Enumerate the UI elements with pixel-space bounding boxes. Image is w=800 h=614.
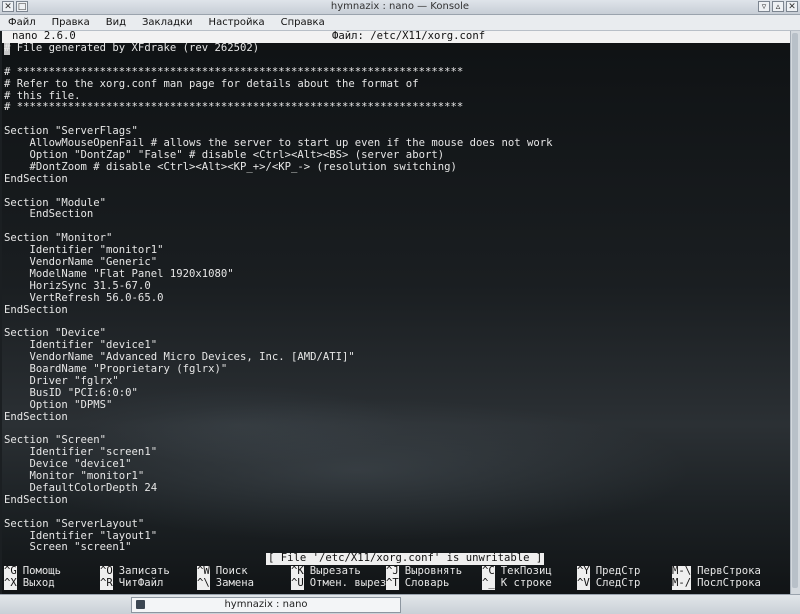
menu-bookmarks[interactable]: Закладки: [134, 15, 201, 30]
status-message: [ File '/etc/X11/xorg.conf' is unwritabl…: [266, 552, 545, 565]
window-title: hymnazix : nano — Konsole: [330, 1, 470, 12]
editor-line: #DontZoom # disable <Ctrl><Alt><KP_+>/<K…: [4, 160, 457, 173]
editor-line: HorizSync 31.5-67.0: [4, 279, 151, 292]
shortcut-item[interactable]: ^U Отмен. вырезк: [291, 577, 393, 590]
editor-line: Section "ServerLayout": [4, 517, 145, 530]
close-icon[interactable]: ✕: [786, 1, 798, 12]
editor-line: Option "DPMS": [4, 398, 113, 411]
shortcut-key: ^T: [386, 577, 399, 590]
shortcut-item[interactable]: ^T Словарь: [386, 577, 450, 590]
shortcut-key: ^\: [197, 577, 210, 590]
shortcut-item[interactable]: ^\ Замена: [197, 577, 255, 590]
shortcut-bar: ^G Помощь ^X Выход ^O Записать ^R ЧитФайл ^W Поис…: [4, 565, 791, 590]
shortcut-key: ^V: [577, 577, 590, 590]
shortcut-key: ^U: [291, 577, 304, 590]
menu-help[interactable]: Справка: [273, 15, 333, 30]
shortcut-key: ^R: [100, 577, 113, 590]
menu-edit[interactable]: Правка: [44, 15, 98, 30]
editor-line: EndSection: [4, 303, 68, 316]
minimize-icon[interactable]: ▿: [758, 1, 770, 12]
menu-file[interactable]: Файл: [0, 15, 44, 30]
editor-line: # **************************************…: [4, 101, 464, 114]
shortcut-key: ^X: [4, 577, 17, 590]
shortcut-label: СледСтр: [595, 577, 641, 589]
shortcut-key: M-/: [672, 577, 692, 590]
nano-file-label: Файл: /etc/X11/xorg.conf: [332, 31, 486, 42]
shortcut-item[interactable]: ^_ К строке: [482, 577, 552, 590]
taskbar-button[interactable]: hymnazix : nano: [131, 597, 401, 613]
editor-line: # Refer to the xorg.conf man page for de…: [4, 77, 419, 90]
shortcut-item[interactable]: ^R ЧитФайл: [100, 577, 164, 590]
editor-line: EndSection: [4, 410, 68, 423]
menu-view[interactable]: Вид: [98, 15, 134, 30]
editor-line: EndSection: [4, 172, 68, 185]
maximize-icon[interactable]: ▵: [772, 1, 784, 12]
shortcut-label: ПослСтрока: [697, 577, 761, 589]
editor-line: BusID "PCI:6:0:0": [4, 386, 138, 399]
shortcut-item[interactable]: ^V СледСтр: [577, 577, 641, 590]
shortcut-item[interactable]: ^X Выход: [4, 577, 55, 590]
editor-text[interactable]: # File generated by XFdrake (rev 262502)…: [4, 42, 553, 554]
shortcut-label: Выход: [22, 577, 55, 589]
terminal-area[interactable]: nano 2.6.0 Файл: /etc/X11/xorg.conf # Fi…: [2, 31, 791, 594]
editor-line: EndSection: [4, 493, 68, 506]
shortcut-label: К строке: [500, 577, 552, 589]
editor-line: # File generated by XFdrake (rev 262502): [4, 42, 260, 54]
menu-bar: Файл Правка Вид Закладки Настройка Справ…: [0, 15, 800, 31]
terminal-icon: [136, 600, 145, 609]
taskbar: hymnazix : nano: [0, 594, 800, 614]
editor-line: EndSection: [4, 208, 94, 221]
editor-line: VertRefresh 56.0-65.0: [4, 291, 164, 304]
text-cursor: [4, 43, 11, 55]
menu-settings[interactable]: Настройка: [201, 15, 273, 30]
shortcut-label: ЧитФайл: [118, 577, 164, 589]
shortcut-item[interactable]: M-/ ПослСтрока: [672, 577, 761, 590]
scrollbar-thumb[interactable]: [792, 33, 798, 588]
editor-line: # **************************************…: [4, 65, 464, 78]
shortcut-label: Замена: [215, 577, 255, 589]
editor-line: DefaultColorDepth 24: [4, 481, 158, 494]
shortcut-label: Словарь: [404, 577, 450, 589]
taskbar-label: hymnazix : nano: [224, 599, 308, 610]
scrollbar[interactable]: [790, 31, 800, 594]
window-titlebar: ✕ □ hymnazix : nano — Konsole ▿ ▵ ✕: [0, 0, 800, 15]
shortcut-key: ^_: [482, 577, 495, 590]
shortcut-label: Отмен. вырезк: [309, 577, 393, 589]
